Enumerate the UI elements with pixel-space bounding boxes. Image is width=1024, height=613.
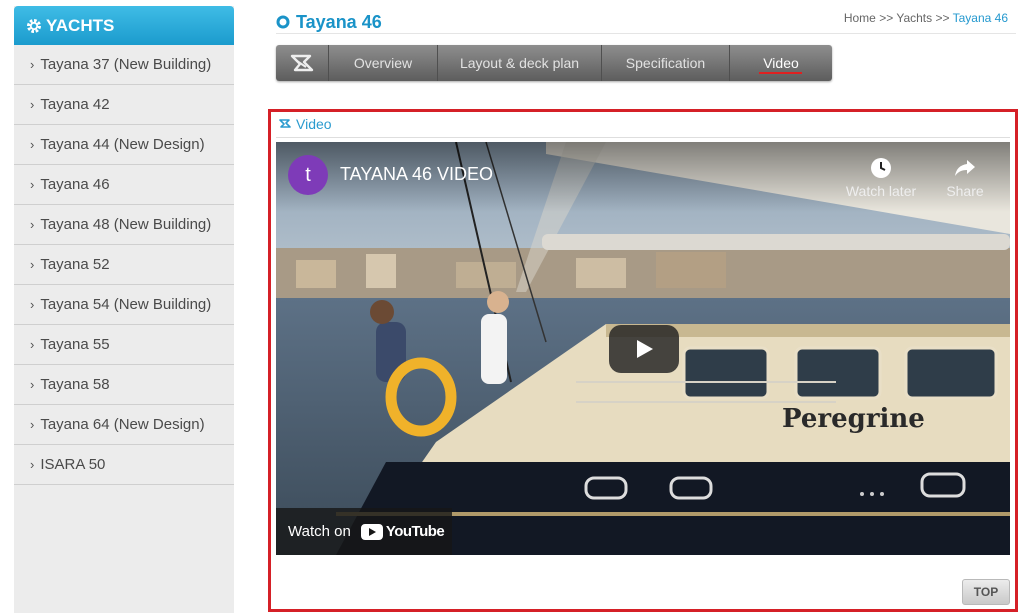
sidebar-item-label: Tayana 44 (New Design) — [40, 136, 205, 153]
breadcrumb: Home >> Yachts >> Tayana 46 — [844, 11, 1008, 25]
breadcrumb-current: Tayana 46 — [952, 11, 1008, 25]
sidebar-item-tayana-55[interactable]: › Tayana 55 — [14, 325, 234, 365]
sidebar-item-tayana-48[interactable]: › Tayana 48 (New Building) — [14, 205, 234, 245]
video-section-heading: Video — [278, 115, 332, 133]
chevron-right-icon: › — [30, 97, 35, 112]
tab-overview[interactable]: Overview — [329, 45, 438, 81]
video-section-label: Video — [296, 116, 332, 132]
chevron-right-icon: › — [30, 297, 35, 312]
page-title: Tayana 46 — [276, 10, 382, 34]
tab-bar: Overview Layout & deck plan Specificatio… — [276, 45, 832, 81]
channel-avatar[interactable]: t — [288, 155, 328, 195]
chevron-right-icon: › — [30, 137, 35, 152]
clock-icon — [871, 158, 891, 178]
sidebar-item-label: ISARA 50 — [40, 456, 106, 473]
page-title-text: Tayana 46 — [296, 11, 382, 32]
sidebar-item-tayana-42[interactable]: › Tayana 42 — [14, 85, 234, 125]
breadcrumb-separator: >> — [935, 11, 950, 25]
youtube-wordmark: YouTube — [385, 523, 445, 540]
tab-label: Layout & deck plan — [459, 55, 580, 71]
sidebar-item-isara-50[interactable]: › ISARA 50 — [14, 445, 234, 485]
watch-later-label: Watch later — [845, 183, 917, 199]
tab-label: Overview — [353, 55, 413, 71]
sidebar-item-label: Tayana 37 (New Building) — [40, 56, 212, 73]
watch-on-label: Watch on — [288, 523, 351, 540]
gear-icon — [26, 18, 42, 34]
play-icon — [637, 340, 653, 358]
sidebar-item-tayana-52[interactable]: › Tayana 52 — [14, 245, 234, 285]
section-divider — [276, 137, 1010, 138]
tab-layout-deck-plan[interactable]: Layout & deck plan — [438, 45, 602, 81]
tab-label: Video — [763, 55, 799, 71]
chevron-right-icon: › — [30, 57, 35, 72]
brand-logo-icon — [276, 45, 329, 81]
sidebar-item-tayana-64[interactable]: › Tayana 64 (New Design) — [14, 405, 234, 445]
chevron-right-icon: › — [30, 337, 35, 352]
play-button[interactable] — [609, 325, 679, 373]
active-tab-indicator — [759, 72, 802, 74]
sidebar-header-label: YACHTS — [46, 15, 115, 35]
sidebar-item-label: Tayana 48 (New Building) — [40, 216, 212, 233]
sidebar: YACHTS › Tayana 37 (New Building) › Tayana… — [14, 6, 234, 613]
breadcrumb-home[interactable]: Home — [844, 11, 876, 25]
chevron-right-icon: › — [30, 217, 35, 232]
sidebar-item-label: Tayana 55 — [40, 336, 110, 353]
yacht-list: › Tayana 37 (New Building) › Tayana 42 › Ta… — [14, 45, 234, 485]
youtube-player[interactable]: Peregrine t TAYANA 46 VIDEO Watch later … — [276, 142, 1010, 555]
share-arrow-icon — [955, 160, 975, 176]
breadcrumb-separator: >> — [879, 11, 894, 25]
sidebar-item-tayana-37[interactable]: › Tayana 37 (New Building) — [14, 45, 234, 85]
tab-specification[interactable]: Specification — [602, 45, 730, 81]
sidebar-item-label: Tayana 58 — [40, 376, 110, 393]
back-to-top-button[interactable]: TOP — [962, 579, 1010, 605]
brand-logo-icon — [279, 119, 291, 128]
sidebar-item-tayana-44[interactable]: › Tayana 44 (New Design) — [14, 125, 234, 165]
sidebar-item-label: Tayana 54 (New Building) — [40, 296, 212, 313]
sidebar-item-tayana-58[interactable]: › Tayana 58 — [14, 365, 234, 405]
watch-on-youtube-button[interactable]: Watch on YouTube — [276, 508, 452, 555]
sidebar-item-label: Tayana 52 — [40, 256, 110, 273]
chevron-right-icon: › — [30, 257, 35, 272]
video-title[interactable]: TAYANA 46 VIDEO — [340, 164, 493, 185]
sidebar-item-tayana-54[interactable]: › Tayana 54 (New Building) — [14, 285, 234, 325]
chevron-right-icon: › — [30, 417, 35, 432]
sidebar-header: YACHTS — [14, 6, 234, 45]
sidebar-item-label: Tayana 42 — [40, 96, 110, 113]
sidebar-item-tayana-46[interactable]: › Tayana 46 — [14, 165, 234, 205]
chevron-right-icon: › — [30, 457, 35, 472]
watch-later-button[interactable]: Watch later — [842, 156, 920, 199]
share-button[interactable]: Share — [938, 156, 992, 199]
share-label: Share — [946, 183, 984, 199]
breadcrumb-yachts[interactable]: Yachts — [896, 11, 932, 25]
tab-label: Specification — [625, 55, 706, 71]
title-divider — [276, 33, 1016, 34]
chevron-right-icon: › — [30, 377, 35, 392]
tab-video[interactable]: Video — [730, 45, 832, 81]
boat-name-text: Peregrine — [782, 404, 925, 434]
sidebar-item-label: Tayana 64 (New Design) — [40, 416, 205, 433]
channel-initial: t — [305, 163, 311, 186]
chevron-right-icon: › — [30, 177, 35, 192]
youtube-logo-icon: YouTube — [360, 523, 445, 540]
sidebar-item-label: Tayana 46 — [40, 176, 110, 193]
circle-ring-icon — [276, 15, 290, 29]
